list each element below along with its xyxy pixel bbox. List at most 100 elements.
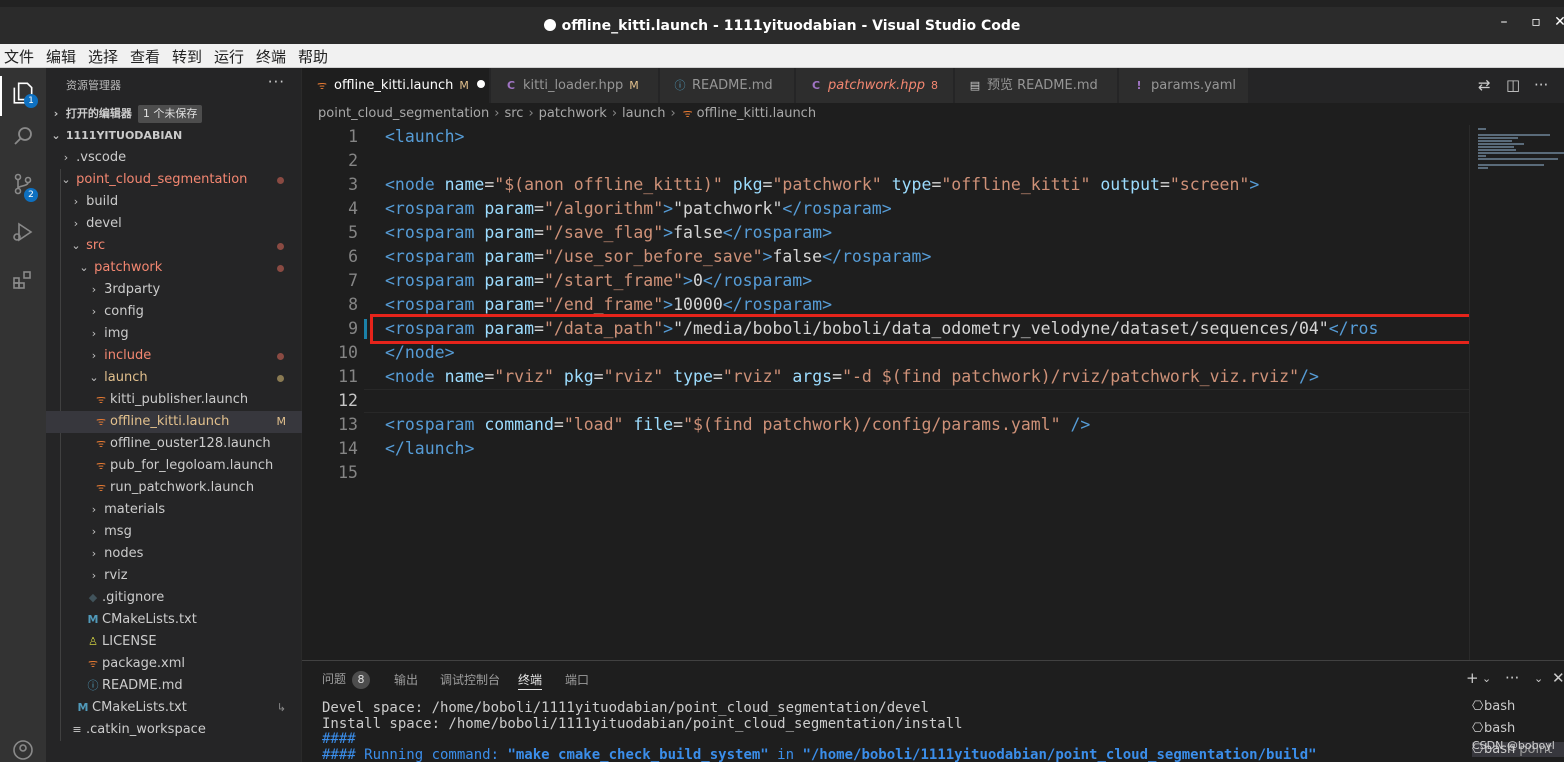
menu-edit[interactable]: 编辑 [46, 46, 76, 67]
tab-params-yaml[interactable]: ! params.yaml [1119, 68, 1249, 103]
code-line[interactable]: <rosparam command="load" file="$(find pa… [385, 413, 1090, 437]
breadcrumb-item[interactable]: offline_kitti.launch [697, 106, 816, 121]
new-terminal-button[interactable]: + [1466, 669, 1479, 687]
run-debug-icon[interactable] [8, 220, 38, 250]
tab-patchwork-hpp[interactable]: Cpatchwork.hpp 8 [796, 68, 954, 103]
breadcrumb-item[interactable]: patchwork [539, 106, 607, 121]
more-actions-icon[interactable]: ··· [1534, 76, 1548, 94]
code-token: = [534, 271, 544, 290]
tree-folder-include[interactable]: › include [46, 345, 302, 367]
tree-file-run-patchwork[interactable]: ᯤ run_patchwork.launch [46, 477, 302, 499]
code-line[interactable]: </node> [385, 341, 455, 365]
tree-folder-materials[interactable]: › materials [46, 499, 302, 521]
search-icon[interactable] [8, 124, 38, 154]
explorer-more-button[interactable]: ··· [268, 73, 285, 91]
menu-run[interactable]: 运行 [214, 46, 244, 67]
menu-help[interactable]: 帮助 [298, 46, 328, 67]
tree-folder-patchwork[interactable]: ⌄ patchwork [46, 257, 302, 279]
tree-folder-img[interactable]: › img [46, 323, 302, 345]
panel-tab-debug-console[interactable]: 调试控制台 [440, 671, 500, 688]
tree-file-catkin-workspace[interactable]: ≡ .catkin_workspace [46, 719, 302, 741]
code-line[interactable]: <rosparam param="/use_sor_before_save">f… [385, 245, 931, 269]
chevron-right-icon: › [91, 547, 97, 560]
menu-go[interactable]: 转到 [172, 46, 202, 67]
terminal-list-item[interactable]: ⎔bash [1472, 699, 1564, 714]
terminal-dropdown-button[interactable]: ⌄ [1482, 672, 1491, 685]
panel-tab-output[interactable]: 输出 [394, 671, 418, 688]
split-editor-icon[interactable]: ◫ [1506, 76, 1520, 94]
panel-tab-terminal[interactable]: 终端 [518, 671, 543, 690]
accounts-icon[interactable] [8, 738, 38, 762]
tree-file-license[interactable]: ♙ LICENSE [46, 631, 302, 653]
workspace-section[interactable]: ⌄ 1111YITUODABIAN [46, 125, 302, 147]
tab-preview-readme[interactable]: ▤ 预览 README.md [955, 68, 1118, 103]
compare-changes-icon[interactable]: ⇄ [1478, 76, 1491, 94]
close-panel-button[interactable]: ✕ [1552, 669, 1564, 687]
tree-folder-3rdparty[interactable]: › 3rdparty [46, 279, 302, 301]
code-line[interactable]: <rosparam param="/algorithm">"patchwork"… [385, 197, 892, 221]
tree-file-offline-ouster128[interactable]: ᯤ offline_ouster128.launch [46, 433, 302, 455]
extensions-icon[interactable] [8, 268, 38, 298]
modified-line-gutter [364, 319, 367, 339]
tree-folder-rviz[interactable]: › rviz [46, 565, 302, 587]
modified-badge: M [276, 415, 287, 428]
tab-readme-md[interactable]: ⓘ README.md [660, 68, 795, 103]
tree-file-cmakelists-root[interactable]: M CMakeLists.txt ↳ [46, 697, 302, 719]
tree-folder-launch[interactable]: ⌄ launch [46, 367, 302, 389]
menu-view[interactable]: 查看 [130, 46, 160, 67]
code-line[interactable]: <launch> [385, 125, 464, 149]
menu-terminal[interactable]: 终端 [256, 46, 286, 67]
minimize-button[interactable]: – [1494, 14, 1514, 30]
code-line[interactable]: <rosparam param="/save_flag">false</rosp… [385, 221, 832, 245]
tab-kitti-loader-hpp[interactable]: Ckitti_loader.hpp M [491, 68, 659, 103]
code-token: = [484, 367, 495, 386]
unsaved-dot-icon[interactable] [476, 80, 485, 88]
maximize-panel-button[interactable]: ⌄ [1534, 672, 1543, 685]
panel-tab-problems[interactable]: 问题 8 [322, 670, 371, 689]
tree-file-readme[interactable]: ⓘ README.md [46, 675, 302, 697]
tree-file-pub-for-legoloam[interactable]: ᯤ pub_for_legoloam.launch [46, 455, 302, 477]
tree-file-gitignore[interactable]: ◆ .gitignore [46, 587, 302, 609]
tree-folder-vscode[interactable]: › .vscode [46, 147, 302, 169]
tree-folder-devel[interactable]: › devel [46, 213, 302, 235]
minimap[interactable] [1469, 125, 1564, 660]
chevron-down-icon: ⌄ [79, 261, 89, 274]
code-editor[interactable]: 1 2 3 4 5 6 7 8 9 10 11 12 13 14 15 <launch> <node name… [302, 125, 1564, 660]
tree-folder-src[interactable]: ⌄ src [46, 235, 302, 257]
menu-file[interactable]: 文件 [4, 46, 34, 67]
tree-folder-point-cloud-segmentation[interactable]: ⌄ point_cloud_segmentation [46, 169, 302, 191]
maximize-button[interactable]: ▫ [1526, 14, 1546, 30]
preview-icon: ▤ [969, 79, 981, 92]
tab-offline-kitti-launch[interactable]: ᯤ offline_kitti.launch M [302, 68, 490, 103]
tree-folder-msg[interactable]: › msg [46, 521, 302, 543]
minimap-line [1478, 149, 1516, 151]
tree-file-kitti-publisher[interactable]: ᯤ kitti_publisher.launch [46, 389, 302, 411]
chevron-right-icon: › [91, 569, 97, 582]
tree-file-package-xml[interactable]: ᯤ package.xml [46, 653, 302, 675]
breadcrumb-item[interactable]: point_cloud_segmentation [318, 106, 489, 121]
tree-folder-nodes[interactable]: › nodes [46, 543, 302, 565]
open-editors-section[interactable]: › 打开的编辑器 1 个未保存 [46, 103, 302, 125]
tree-file-offline-kitti[interactable]: ᯤ offline_kitti.launch M [46, 411, 302, 433]
tree-label: offline_ouster128.launch [110, 436, 271, 451]
tree-folder-config[interactable]: › config [46, 301, 302, 323]
code-line[interactable]: <rosparam param="/start_frame">0</rospar… [385, 269, 812, 293]
tree-label: rviz [104, 568, 128, 583]
tree-label: .gitignore [102, 590, 165, 605]
code-line[interactable]: </launch> [385, 437, 474, 461]
chevron-right-icon: › [611, 106, 618, 121]
breadcrumb-item[interactable]: launch [622, 106, 665, 121]
tree-file-cmakelists-patchwork[interactable]: M CMakeLists.txt [46, 609, 302, 631]
breadcrumb-item[interactable]: src [504, 106, 523, 121]
cmake-icon: M [87, 613, 99, 626]
menu-selection[interactable]: 选择 [88, 46, 118, 67]
terminal-list-item[interactable]: ⎔bash [1472, 721, 1564, 736]
close-button[interactable]: ✕ [1550, 14, 1564, 30]
panel-more-button[interactable]: ··· [1505, 669, 1519, 687]
code-line[interactable]: <node name="$(anon offline_kitti)" pkg="… [385, 173, 1259, 197]
panel-tab-ports[interactable]: 端口 [565, 671, 589, 688]
tree-folder-build[interactable]: › build [46, 191, 302, 213]
code-line[interactable]: <node name="rviz" pkg="rviz" type="rviz"… [385, 365, 1319, 389]
lines-icon: ≡ [72, 723, 82, 736]
